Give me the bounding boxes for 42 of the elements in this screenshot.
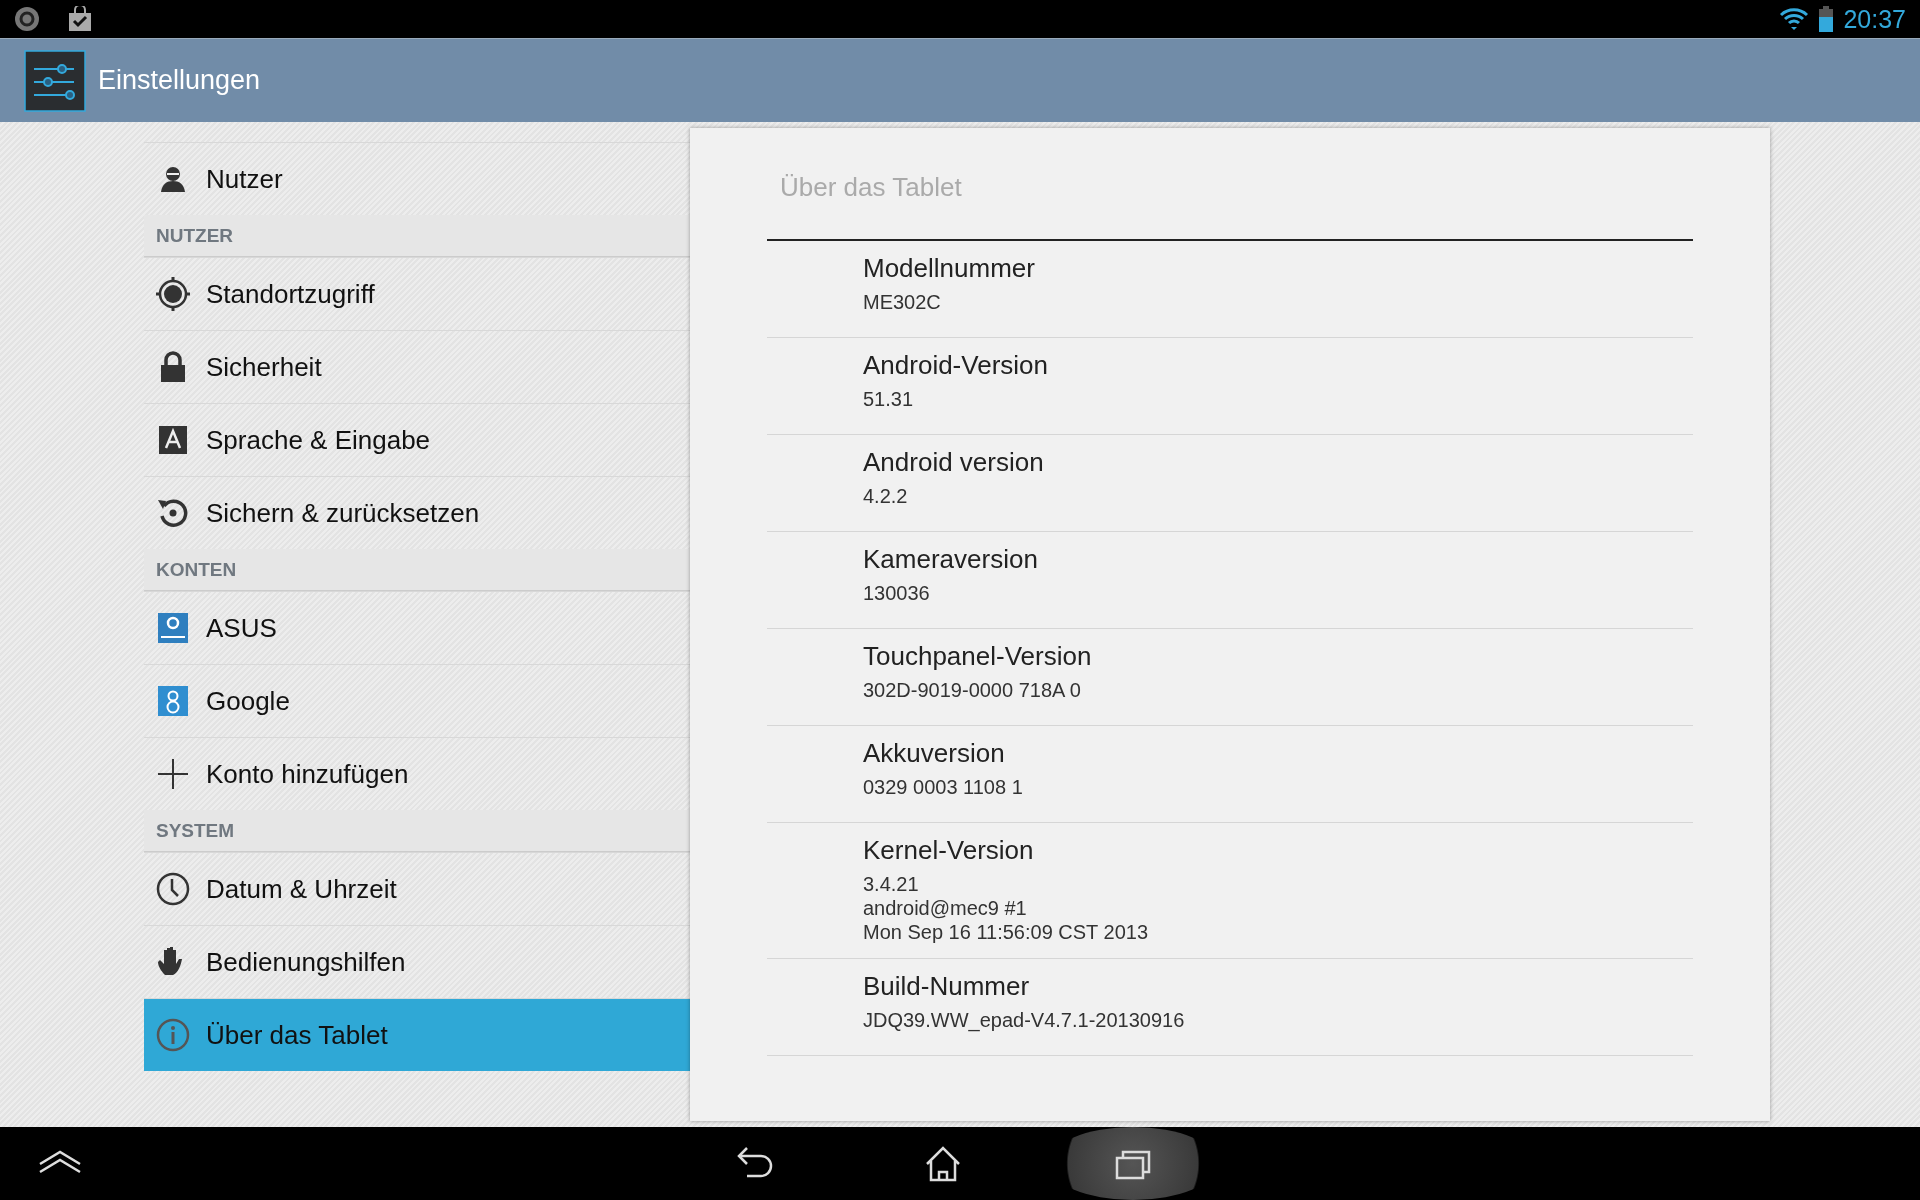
settings-list-item[interactable]: ASUS [144, 591, 690, 664]
info-value: 302D-9019-0000 718A 0 [863, 678, 1082, 702]
settings-list-item[interactable]: Sprache & Eingabe [144, 403, 690, 476]
info-value: JDQ39.WW_epad-V4.7.1-20130916 [863, 1008, 1186, 1032]
plus-icon [156, 757, 190, 791]
info-title: Kameraversion [863, 544, 1039, 575]
circular-arrow-icon [156, 496, 190, 530]
settings-sliders-icon[interactable] [24, 49, 86, 112]
info-value: 4.2.2 [863, 484, 909, 508]
info-title: Build-Nummer [863, 971, 1031, 1002]
section-header: KONTEN [144, 549, 690, 591]
settings-list-item[interactable]: Google [144, 664, 690, 737]
section-header: SYSTEM [144, 810, 690, 852]
clock-icon [156, 872, 190, 906]
info-title: Android-Version [863, 350, 1049, 381]
wifi-icon [1779, 7, 1810, 31]
section-header: NUTZER [144, 215, 690, 257]
info-value: 0329 0003 1108 1 [863, 775, 1024, 799]
info-title: Modellnummer [863, 253, 1036, 284]
settings-list-item[interactable]: Sicherheit [144, 330, 690, 403]
info-title: Kernel-Version [863, 835, 1035, 866]
info-title: Touchpanel-Version [863, 641, 1093, 672]
info-title: Akkuversion [863, 738, 1006, 769]
app-title: Einstellungen [98, 65, 261, 96]
circle-notification-icon [14, 6, 40, 32]
battery-icon [1819, 6, 1834, 32]
settings-list-item[interactable]: Datum & Uhrzeit [144, 852, 690, 925]
info-value: 51.31 [863, 387, 915, 411]
info-title: Android version [863, 447, 1045, 478]
panel-title: Über das Tablet [767, 128, 1693, 241]
settings-list-item[interactable]: Über das Tablet [144, 998, 690, 1071]
letter-a-icon [156, 423, 190, 457]
clock-time: 20:37 [1843, 4, 1906, 34]
info-value: Mon Sep 16 11:56:09 CST 2013 [863, 920, 1150, 944]
settings-list-item[interactable]: Standortzugriff [144, 257, 690, 330]
info-value: android@mec9 #1 [863, 896, 1028, 920]
shopping-bag-icon [68, 6, 92, 32]
info-value: 3.4.21 [863, 872, 920, 896]
info-icon [156, 1018, 190, 1052]
info-value: ME302C [863, 290, 942, 314]
info-value: 130036 [863, 581, 931, 605]
location-target-icon [156, 277, 190, 311]
